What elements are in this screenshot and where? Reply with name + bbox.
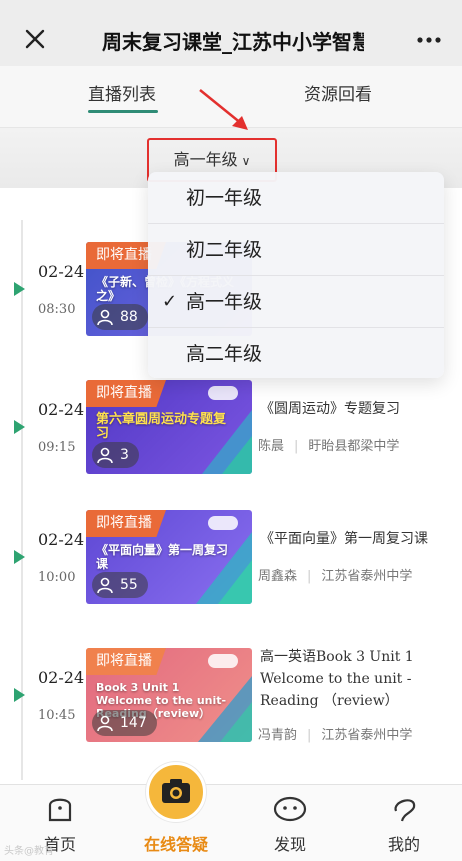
chevron-down-icon: ∨	[241, 154, 251, 168]
teacher-info: 周鑫森 | 江苏省泰州中学	[258, 565, 412, 584]
close-icon[interactable]	[20, 24, 50, 54]
person-icon	[97, 577, 113, 594]
live-thumbnail[interactable]: 即将直播 第六章圆周运动专题复习 3	[86, 380, 252, 474]
upcoming-badge: 即将直播	[86, 510, 166, 537]
teacher-info: 陈晨 | 盱眙县都梁中学	[258, 435, 399, 454]
teacher-name: 冯青韵	[258, 728, 298, 743]
person-icon	[97, 715, 113, 732]
nav-label: 我的	[387, 835, 420, 854]
home-icon	[48, 798, 72, 822]
nav-discover[interactable]: 发现	[240, 785, 340, 861]
nav-label: 发现	[273, 835, 306, 854]
course-title[interactable]: 高一英语Book 3 Unit 1 Welcome to the unit - …	[260, 646, 440, 712]
checkmark-icon: ✓	[162, 291, 178, 312]
viewer-count: 88	[92, 304, 148, 330]
timeline-marker	[14, 550, 25, 564]
timeline-marker	[14, 420, 25, 434]
separator: |	[294, 439, 299, 454]
live-date: 02-24	[38, 668, 85, 687]
thumbnail-decoration	[196, 532, 252, 604]
thumbnail-decoration	[202, 410, 252, 474]
thumbnail-decoration	[198, 676, 252, 742]
teacher-name: 陈晨	[258, 439, 285, 454]
grade-option-label: 高一年级	[186, 291, 263, 313]
grade-option[interactable]: 高二年级	[148, 328, 444, 380]
more-icon[interactable]	[414, 28, 444, 52]
bottom-nav: 首页 在线答疑 发现 我的	[0, 784, 462, 861]
live-time: 09:15	[38, 440, 76, 455]
viewer-count: 55	[92, 572, 148, 598]
discover-icon	[273, 796, 307, 822]
course-title[interactable]: 《平面向量》第一周复习课	[260, 528, 428, 550]
live-thumbnail[interactable]: 即将直播 《平面向量》第一周复习课 55	[86, 510, 252, 604]
nav-profile[interactable]: 我的	[354, 785, 454, 861]
grade-option-label: 初一年级	[186, 187, 263, 209]
grade-dropdown: 初一年级 初二年级 ✓ 高一年级 高二年级	[148, 172, 444, 378]
separator: |	[307, 728, 312, 743]
watermark: 头条@教育	[4, 846, 54, 857]
live-date: 02-24	[38, 262, 85, 281]
grade-option-label: 高二年级	[186, 343, 263, 365]
live-time: 08:30	[38, 302, 76, 317]
viewer-count: 147	[92, 710, 157, 736]
annotation-arrow-icon	[199, 89, 248, 130]
camera-button[interactable]	[146, 762, 206, 822]
viewer-number: 88	[120, 309, 138, 325]
grade-select-value: 高一年级	[173, 150, 238, 169]
viewer-number: 3	[120, 447, 129, 463]
viewer-number: 55	[120, 577, 138, 593]
page-title: 周末复习课堂_江苏中小学智慧教育	[102, 30, 364, 54]
upcoming-badge: 即将直播	[86, 380, 166, 407]
tab-resource-replay[interactable]: 资源回看	[304, 80, 372, 105]
live-date: 02-24	[38, 400, 85, 419]
viewer-number: 147	[120, 715, 147, 731]
teacher-info: 冯青韵 | 江苏省泰州中学	[258, 724, 412, 743]
school-name: 江苏省泰州中学	[321, 728, 413, 743]
upcoming-badge: 即将直播	[86, 648, 166, 675]
grade-option[interactable]: 初二年级	[148, 224, 444, 276]
timeline-marker	[14, 282, 25, 296]
grade-option[interactable]: 初一年级	[148, 172, 444, 224]
course-title[interactable]: 《圆周运动》专题复习	[260, 398, 400, 420]
viewer-count: 3	[92, 442, 139, 468]
grade-option-selected[interactable]: ✓ 高一年级	[148, 276, 444, 328]
teacher-name: 周鑫森	[258, 569, 298, 584]
person-icon	[97, 309, 113, 326]
profile-icon	[394, 799, 416, 822]
live-date: 02-24	[38, 530, 85, 549]
live-thumbnail[interactable]: 即将直播 Book 3 Unit 1 Welcome to the unit- …	[86, 648, 252, 742]
school-name: 盱眙县都梁中学	[308, 439, 400, 454]
timeline-marker	[14, 688, 25, 702]
separator: |	[307, 569, 312, 584]
live-time: 10:45	[38, 708, 76, 723]
active-tab-indicator	[88, 110, 158, 113]
school-name: 江苏省泰州中学	[321, 569, 413, 584]
nav-label: 在线答疑	[143, 835, 208, 854]
grade-option-label: 初二年级	[186, 239, 263, 261]
tab-live-list[interactable]: 直播列表	[88, 80, 156, 105]
live-time: 10:00	[38, 570, 76, 585]
camera-icon	[162, 779, 190, 803]
person-icon	[97, 447, 113, 464]
